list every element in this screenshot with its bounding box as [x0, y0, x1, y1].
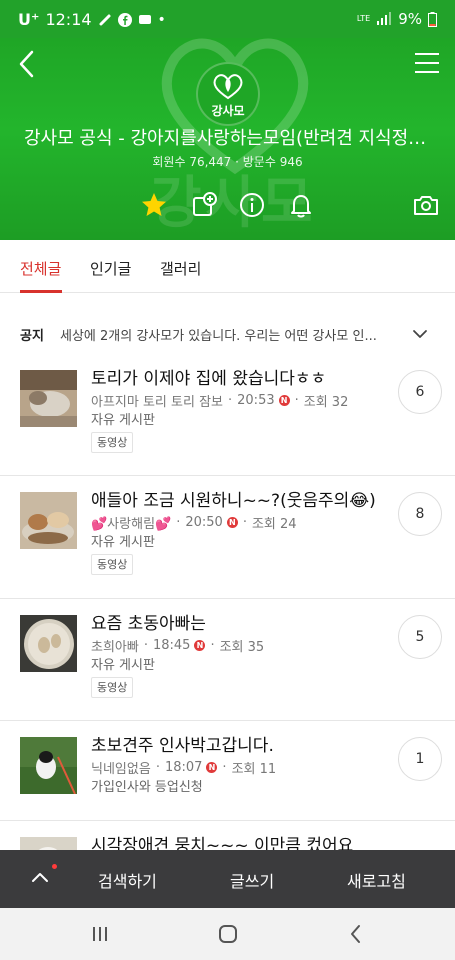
logo-text: 강사모: [211, 104, 245, 118]
post-title[interactable]: 요즘 초동아빠는: [91, 609, 381, 634]
back-nav-icon[interactable]: [344, 922, 368, 946]
post-time: 18:07: [164, 760, 203, 775]
list-item[interactable]: 초보견주 인사박고갑니다. 닉네임없음 · 18:07 N · 조회 11 가입…: [0, 736, 455, 821]
notice-row[interactable]: 공지 세상에 2개의 강사모가 있습니다. 우리는 어떤 강사모 인...: [0, 312, 455, 356]
post-title[interactable]: 초보견주 인사박고갑니다.: [91, 731, 381, 756]
post-time: 20:53: [237, 393, 275, 408]
share-icon[interactable]: [191, 191, 219, 219]
scroll-top-button[interactable]: [28, 866, 52, 890]
network-label: LTE: [356, 14, 371, 23]
comment-count-button[interactable]: 8: [398, 492, 442, 536]
video-tag: 동영상: [91, 677, 134, 698]
tab-popular[interactable]: 인기글: [90, 258, 131, 279]
carrier-label: U⁺: [18, 10, 40, 29]
video-tag: 동영상: [91, 432, 134, 453]
post-thumbnail[interactable]: [20, 837, 77, 850]
battery-percent: 9%: [398, 10, 422, 28]
clock: 12:14: [45, 10, 92, 29]
comment-count-button[interactable]: 6: [398, 370, 442, 414]
camera-icon[interactable]: [412, 191, 440, 219]
signal-icon: [377, 12, 392, 25]
post-board: 자유 게시판: [91, 658, 155, 673]
link-icon: [99, 14, 111, 25]
notification-dot-icon: •: [157, 11, 166, 28]
post-board: 자유 게시판: [91, 413, 155, 428]
back-button[interactable]: [12, 48, 44, 80]
bottom-action-bar: 검색하기 글쓰기 새로고침: [0, 850, 455, 908]
post-meta: 초희아빠 · 18:45 N · 조회 35: [91, 638, 265, 655]
cafe-stats: 회원수 76,447 · 방문수 946: [152, 155, 303, 169]
battery-icon: [428, 11, 437, 27]
active-tab-indicator: [20, 290, 62, 293]
search-button[interactable]: 검색하기: [98, 868, 157, 892]
heart-leaf-icon: [213, 74, 243, 100]
post-author: 아프지마 토리 토리 잠보: [91, 395, 223, 410]
post-title[interactable]: 토리가 이제야 집에 왔습니다ㅎㅎ: [91, 364, 381, 389]
board-tabs: 전체글 인기글 갤러리: [0, 240, 455, 293]
notice-text: 세상에 2개의 강사모가 있습니다. 우리는 어떤 강사모 인...: [60, 329, 377, 344]
post-thumbnail[interactable]: [20, 370, 77, 427]
facebook-icon: [117, 12, 132, 27]
post-time: 18:45: [152, 638, 191, 653]
post-board: 자유 게시판: [91, 535, 155, 550]
star-icon[interactable]: [140, 191, 168, 219]
tab-gallery[interactable]: 갤러리: [160, 258, 201, 279]
refresh-button[interactable]: 새로고침: [347, 868, 406, 892]
dog-photo: [20, 615, 77, 672]
post-title[interactable]: 애들아 조금 시원하니~~?(웃음주의😂): [91, 486, 381, 511]
cafe-title: 강사모 공식 - 강아지를사랑하는모임(반려견 지식정보 커...: [24, 128, 434, 149]
cafe-header: 강사모 강사모 강사모 공식 - 강아지를사랑하는모임(반려견 지식정보 커..…: [0, 38, 455, 240]
bell-icon[interactable]: [287, 191, 315, 219]
post-author: 💕사랑해림💕: [91, 517, 172, 532]
dog-photo: [20, 370, 77, 427]
post-thumbnail[interactable]: [20, 492, 77, 549]
post-time: 20:50: [185, 515, 223, 530]
post-board: 가입인사와 등업신청: [91, 780, 203, 795]
cafe-logo: 강사모: [196, 62, 260, 126]
post-author: 닉네임없음: [91, 762, 151, 777]
post-views: 조회 24: [251, 517, 297, 532]
post-meta: 닉네임없음 · 18:07 N · 조회 11: [91, 760, 277, 777]
post-meta: 💕사랑해림💕 · 20:50 N · 조회 24: [91, 515, 297, 532]
post-views: 조회 32: [303, 395, 349, 410]
new-badge: N: [206, 762, 218, 773]
system-nav-bar: [0, 908, 455, 960]
dog-photo: [20, 492, 77, 549]
new-badge: N: [226, 517, 238, 528]
notice-label: 공지: [20, 329, 44, 344]
dog-photo: [20, 837, 77, 850]
list-item[interactable]: 요즘 초동아빠는 초희아빠 · 18:45 N · 조회 35 자유 게시판 동…: [0, 614, 455, 721]
recent-apps-icon[interactable]: [88, 922, 112, 946]
new-badge: N: [194, 640, 206, 651]
message-icon: [138, 14, 151, 24]
comment-count-button[interactable]: 1: [398, 737, 442, 781]
status-bar: U⁺ 12:14 • LTE 9%: [0, 0, 455, 38]
info-icon[interactable]: [238, 191, 266, 219]
comment-count-button[interactable]: 5: [398, 615, 442, 659]
post-views: 조회 35: [219, 640, 265, 655]
chevron-down-icon[interactable]: [410, 324, 430, 344]
post-author: 초희아빠: [91, 640, 139, 655]
list-item[interactable]: 토리가 이제야 집에 왔습니다ㅎㅎ 아프지마 토리 토리 잠보 · 20:53 …: [0, 369, 455, 476]
new-badge: N: [278, 395, 290, 406]
list-item[interactable]: 애들아 조금 시원하니~~?(웃음주의😂) 💕사랑해림💕 · 20:50 N ·…: [0, 491, 455, 599]
write-button[interactable]: 글쓰기: [230, 868, 274, 892]
dog-photo: [20, 737, 77, 794]
post-views: 조회 11: [231, 762, 277, 777]
new-indicator-dot: [52, 864, 57, 869]
post-thumbnail[interactable]: [20, 737, 77, 794]
tab-all-posts[interactable]: 전체글: [20, 258, 61, 279]
home-icon[interactable]: [216, 922, 240, 946]
video-tag: 동영상: [91, 554, 134, 575]
menu-button[interactable]: [413, 50, 441, 76]
post-meta: 아프지마 토리 토리 잠보 · 20:53 N · 조회 32: [91, 393, 349, 410]
post-thumbnail[interactable]: [20, 615, 77, 672]
